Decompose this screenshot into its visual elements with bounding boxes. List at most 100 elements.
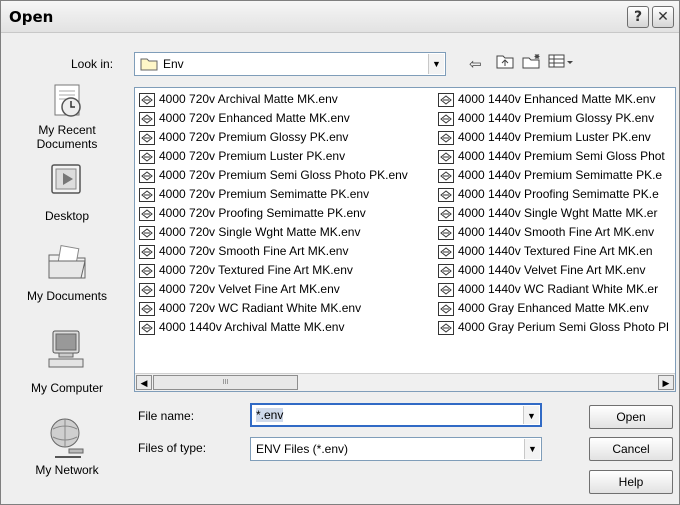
file-item-label: 4000 720v Premium Semi Gloss Photo PK.en… (159, 168, 408, 182)
file-item-label: 4000 720v Smooth Fine Art MK.env (159, 244, 349, 258)
file-item[interactable]: 4000 720v Premium Luster PK.env (139, 147, 408, 166)
file-item-label: 4000 1440v Enhanced Matte MK.env (458, 92, 656, 106)
file-item-label: 4000 720v Proofing Semimatte PK.env (159, 206, 366, 220)
new-folder-icon[interactable] (522, 53, 542, 73)
file-name-value: *.env (256, 408, 284, 422)
file-item[interactable]: 4000 720v Proofing Semimatte PK.env (139, 204, 408, 223)
env-file-icon (438, 225, 454, 240)
file-item[interactable]: 4000 720v Enhanced Matte MK.env (139, 109, 408, 128)
file-item[interactable]: 4000 1440v Archival Matte MK.env (139, 318, 408, 337)
my-network-icon (50, 418, 84, 458)
env-file-icon (438, 92, 454, 107)
look-in-dropdown-arrow[interactable]: ▼ (428, 54, 444, 74)
file-name-label: File name: (138, 409, 195, 423)
back-arrow-icon[interactable]: ⇦ (469, 55, 482, 73)
views-menu-icon[interactable] (548, 53, 574, 73)
place-label: My Documents (26, 289, 108, 303)
file-item[interactable]: 4000 1440v Velvet Fine Art MK.env (438, 261, 669, 280)
file-item[interactable]: 4000 720v Archival Matte MK.env (139, 90, 408, 109)
file-name-dropdown-arrow[interactable]: ▼ (523, 406, 539, 424)
file-item[interactable]: 4000 720v Textured Fine Art MK.env (139, 261, 408, 280)
scroll-thumb[interactable]: III (153, 375, 298, 390)
desktop-icon (51, 164, 81, 194)
scroll-right-button[interactable]: ▶ (658, 375, 674, 390)
file-item-label: 4000 720v Premium Luster PK.env (159, 149, 346, 163)
env-file-icon (438, 187, 454, 202)
horizontal-scrollbar[interactable]: ◀ III ▶ (135, 373, 675, 391)
help-title-button[interactable]: ? (627, 6, 649, 28)
file-item[interactable]: 4000 1440v Enhanced Matte MK.env (438, 90, 669, 109)
files-of-type-label: Files of type: (138, 441, 207, 455)
place-my-computer[interactable]: My Computer (7, 327, 127, 395)
env-file-icon (139, 168, 155, 183)
file-item[interactable]: 4000 720v Single Wght Matte MK.env (139, 223, 408, 242)
scroll-left-button[interactable]: ◀ (136, 375, 152, 390)
env-file-icon (438, 111, 454, 126)
open-button[interactable]: Open (589, 405, 673, 429)
files-of-type-value: ENV Files (*.env) (256, 442, 349, 456)
file-item-label: 4000 1440v Smooth Fine Art MK.env (458, 225, 655, 239)
file-item[interactable]: 4000 1440v Premium Luster PK.env (438, 128, 669, 147)
folder-icon (140, 57, 158, 74)
file-item[interactable]: 4000 1440v Premium Semi Gloss Phot (438, 147, 669, 166)
file-item[interactable]: 4000 1440v Smooth Fine Art MK.env (438, 223, 669, 242)
file-item[interactable]: 4000 720v Premium Semimatte PK.env (139, 185, 408, 204)
file-item[interactable]: 4000 720v WC Radiant White MK.env (139, 299, 408, 318)
file-column-left: 4000 720v Archival Matte MK.env 4000 720v… (139, 90, 408, 337)
file-item-label: 4000 1440v Premium Glossy PK.env (458, 111, 655, 125)
file-item[interactable]: 4000 720v Smooth Fine Art MK.env (139, 242, 408, 261)
up-folder-icon[interactable] (496, 53, 514, 73)
file-item[interactable]: 4000 Gray Enhanced Matte MK.env (438, 299, 669, 318)
env-file-icon (139, 244, 155, 259)
file-item[interactable]: 4000 720v Premium Glossy PK.env (139, 128, 408, 147)
file-item[interactable]: 4000 1440v Premium Semimatte PK.e (438, 166, 669, 185)
file-item-label: 4000 720v Premium Semimatte PK.env (159, 187, 370, 201)
file-column-right: 4000 1440v Enhanced Matte MK.env 4000 144… (438, 90, 669, 337)
file-item[interactable]: 4000 1440v Proofing Semimatte PK.e (438, 185, 669, 204)
file-list[interactable]: 4000 720v Archival Matte MK.env 4000 720v… (134, 87, 676, 392)
place-label: My Recent Documents (36, 123, 98, 151)
file-item[interactable]: 4000 1440v Textured Fine Art MK.en (438, 242, 669, 261)
files-of-type-select[interactable]: ENV Files (*.env) ▼ (250, 437, 542, 461)
env-file-icon (438, 149, 454, 164)
open-dialog: Open ? ✕ Look in: Env ▼ ⇦ My Recent Docu… (0, 0, 680, 505)
file-name-input[interactable]: *.env ▼ (250, 403, 542, 427)
file-item[interactable]: 4000 1440v WC Radiant White MK.er (438, 280, 669, 299)
file-item-label: 4000 1440v Textured Fine Art MK.en (458, 244, 653, 258)
place-my-documents[interactable]: My Documents (7, 241, 127, 303)
file-item[interactable]: 4000 720v Velvet Fine Art MK.env (139, 280, 408, 299)
env-file-icon (438, 244, 454, 259)
place-desktop[interactable]: Desktop (7, 159, 127, 223)
place-my-network[interactable]: My Network (7, 411, 127, 477)
place-label: My Network (35, 463, 99, 477)
env-file-icon (139, 320, 155, 335)
cancel-button[interactable]: Cancel (589, 437, 673, 461)
env-file-icon (438, 320, 454, 335)
recent-documents-icon (54, 84, 81, 117)
my-computer-icon (48, 330, 84, 368)
title-bar[interactable]: Open ? ✕ (1, 1, 679, 33)
file-item[interactable]: 4000 720v Premium Semi Gloss Photo PK.en… (139, 166, 408, 185)
look-in-combo[interactable]: Env ▼ (134, 52, 446, 76)
env-file-icon (139, 149, 155, 164)
env-file-icon (438, 206, 454, 221)
file-item-label: 4000 Gray Enhanced Matte MK.env (458, 301, 649, 315)
env-file-icon (139, 263, 155, 278)
look-in-value: Env (163, 57, 184, 71)
my-documents-icon (48, 245, 86, 279)
file-item[interactable]: 4000 1440v Premium Glossy PK.env (438, 109, 669, 128)
file-item[interactable]: 4000 1440v Single Wght Matte MK.er (438, 204, 669, 223)
place-label: My Computer (30, 381, 104, 395)
file-item-label: 4000 720v Textured Fine Art MK.env (159, 263, 353, 277)
files-of-type-dropdown-arrow[interactable]: ▼ (524, 439, 540, 459)
help-button[interactable]: Help (589, 470, 673, 494)
env-file-icon (139, 206, 155, 221)
place-my-recent-documents[interactable]: My Recent Documents (7, 81, 127, 151)
close-button[interactable]: ✕ (652, 6, 674, 28)
file-item-label: 4000 1440v Archival Matte MK.env (159, 320, 345, 334)
env-file-icon (139, 187, 155, 202)
file-item-label: 4000 720v Archival Matte MK.env (159, 92, 338, 106)
file-item[interactable]: 4000 Gray Perium Semi Gloss Photo Pl (438, 318, 669, 337)
place-label: Desktop (44, 209, 90, 223)
file-item-label: 4000 Gray Perium Semi Gloss Photo Pl (458, 320, 669, 334)
